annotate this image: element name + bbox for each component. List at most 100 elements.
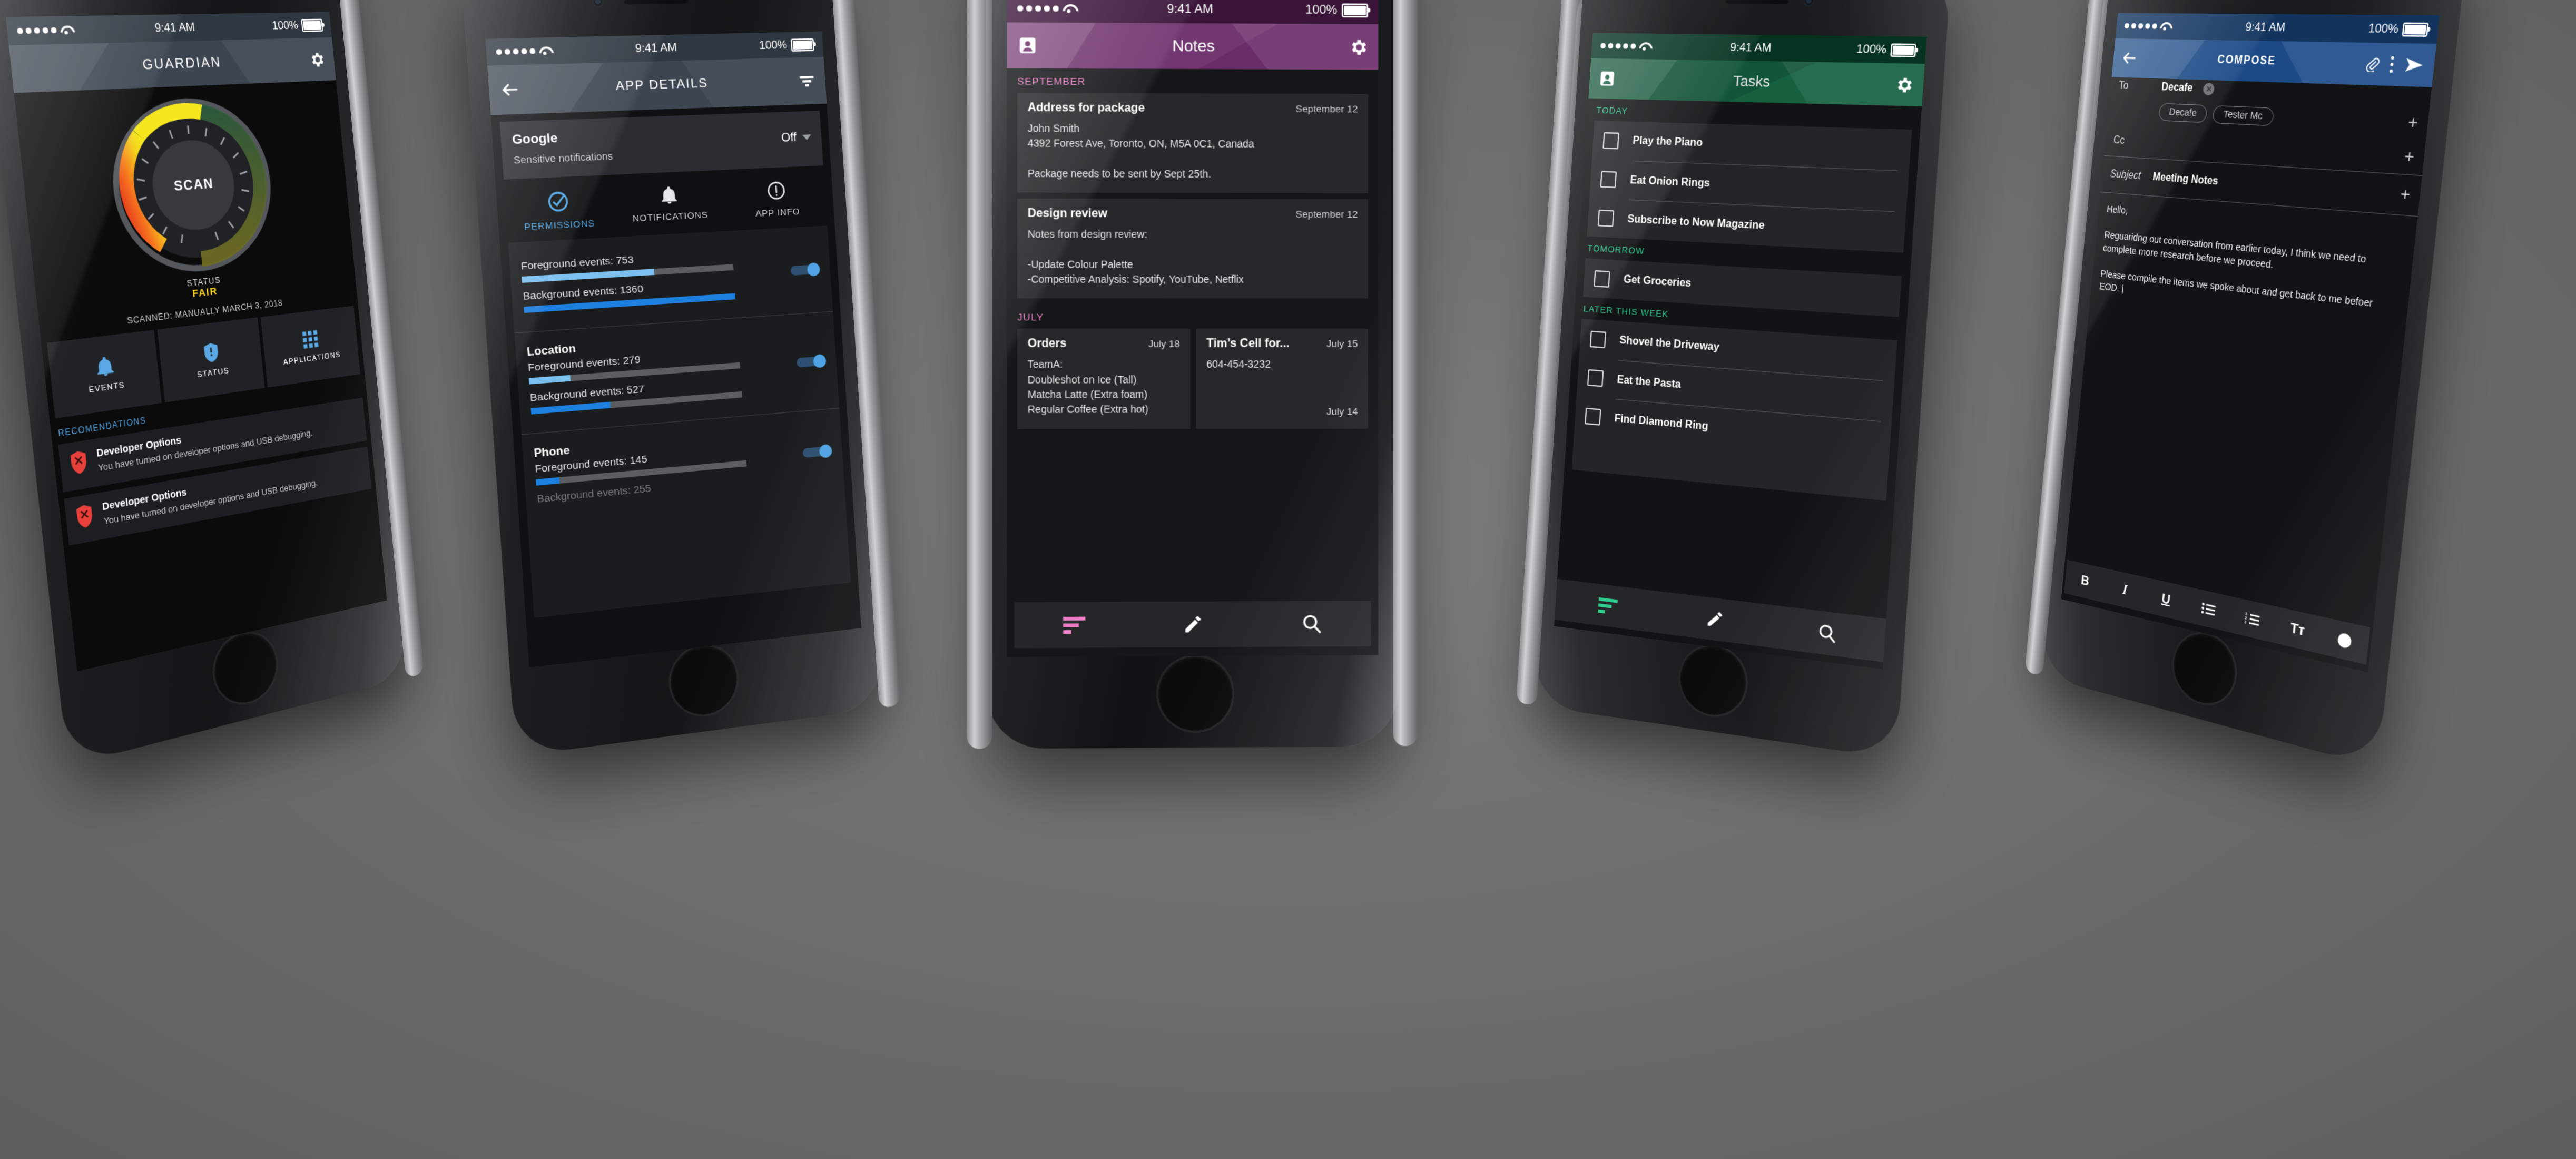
subject-label: Subject	[2109, 168, 2141, 182]
app-summary-text: Google Sensitive notifications	[512, 129, 613, 166]
status-left	[496, 46, 550, 56]
section-header: SEPTEMBER	[1017, 75, 1086, 87]
status-left	[17, 25, 72, 35]
note-body: Notes from design review: -Update Colour…	[1027, 228, 1244, 286]
signal-dots-icon	[496, 48, 536, 55]
mockup-stage: 9:41 AM 100% GUARDIAN SCAN STATUS FAIR S…	[0, 0, 2576, 1159]
contact-card-icon[interactable]	[1598, 69, 1617, 88]
wifi-icon	[1063, 4, 1074, 13]
note-body: TeamA: Doubleshot on Ice (Tall) Matcha L…	[1027, 358, 1148, 416]
status-time: 9:41 AM	[1167, 2, 1213, 16]
contact-card-icon[interactable]	[1017, 35, 1038, 55]
to-value: Decafe	[2161, 81, 2194, 94]
email-body[interactable]: Hello, Reguaridng out conversation from …	[2065, 192, 2418, 628]
underline-button[interactable]: U	[2145, 587, 2188, 612]
app-state-select[interactable]: Off	[780, 122, 812, 145]
permission-row[interactable]: Phone Foreground events: 145 Background …	[521, 407, 845, 522]
phone-screen: 9:41 AM 100% Notes SEPTEMBER Address for…	[1007, 0, 1379, 657]
status-time: 9:41 AM	[1729, 41, 1772, 55]
italic-button[interactable]: I	[2104, 578, 2146, 602]
note-card[interactable]: Design review September 12 Notes from de…	[1017, 198, 1369, 299]
overflow-dots-icon[interactable]	[2388, 55, 2395, 74]
gear-icon[interactable]	[1348, 37, 1368, 57]
note-title: Tim’s Cell for...	[1206, 338, 1290, 350]
status-right: 100%	[759, 37, 814, 52]
svg-text:1: 1	[2245, 612, 2247, 617]
task-checkbox[interactable]	[1602, 132, 1620, 149]
wifi-icon	[2159, 22, 2169, 31]
sort-button[interactable]	[1556, 592, 1661, 620]
battery-icon	[1341, 3, 1369, 17]
search-button[interactable]	[1769, 616, 1885, 651]
search-button[interactable]	[1253, 613, 1371, 635]
wifi-icon	[1639, 42, 1649, 51]
battery-icon	[1890, 43, 1916, 57]
note-body: 604-454-3232	[1206, 358, 1271, 370]
task-label: Subscribe to Now Magazine	[1627, 213, 1765, 232]
signal-dots-icon	[17, 27, 57, 34]
status-bar: 9:41 AM 100%	[1007, 0, 1379, 24]
task-checkbox[interactable]	[1585, 407, 1601, 426]
sort-icon	[1598, 597, 1618, 614]
permission-toggle[interactable]	[790, 262, 821, 278]
contact-chip[interactable]: Decafe	[2158, 103, 2208, 123]
app-bar: Notes	[1007, 22, 1379, 70]
note-card[interactable]: Address for package September 12 John Sm…	[1017, 92, 1369, 194]
numbered-list-button[interactable]: 123	[2229, 608, 2275, 631]
paperclip-icon[interactable]	[2364, 56, 2381, 72]
grid-icon	[301, 328, 320, 350]
background-events-bar	[524, 293, 735, 313]
sort-button[interactable]	[1014, 616, 1134, 634]
search-icon	[1816, 622, 1837, 645]
svg-text:3: 3	[2244, 619, 2247, 624]
note-header: Tim’s Cell for... July 15	[1206, 338, 1358, 351]
task-checkbox[interactable]	[1597, 209, 1615, 227]
note-header: Orders July 18	[1028, 338, 1180, 351]
arrow-left-icon[interactable]	[499, 80, 520, 100]
battery-percent: 100%	[2367, 21, 2400, 36]
note-body: John Smith 4392 Forest Ave, Toronto, ON,…	[1027, 122, 1254, 180]
phone-guardian: 9:41 AM 100% GUARDIAN SCAN STATUS FAIR S…	[0, 0, 425, 766]
note-grid: Orders July 18 TeamA: Doubleshot on Ice …	[1017, 329, 1369, 429]
tab-label: APP INFO	[755, 206, 801, 219]
note-header: Design review September 12	[1028, 208, 1358, 221]
subject-value[interactable]: Meeting Notes	[2152, 171, 2388, 200]
note-card[interactable]: Tim’s Cell for... July 15 604-454-3232 J…	[1196, 329, 1369, 429]
task-group: Shovel the Driveway Eat the Pasta Find D…	[1571, 318, 1897, 501]
tab-permissions[interactable]: PERMISSIONS	[500, 187, 616, 233]
text-size-button[interactable]: Tᴛ	[2274, 616, 2322, 643]
gear-icon[interactable]	[308, 50, 326, 68]
tab-app-info[interactable]: APP INFO	[722, 178, 830, 222]
task-checkbox[interactable]	[1600, 170, 1617, 188]
signal-dots-icon	[1017, 5, 1059, 12]
side-rail	[967, 0, 992, 749]
battery-percent: 100%	[759, 38, 788, 52]
note-footer-date: July 14	[1326, 405, 1358, 417]
text-size-label: Tᴛ	[2289, 620, 2306, 639]
filter-icon[interactable]	[798, 73, 815, 89]
cc-label: Cc	[2112, 134, 2126, 147]
close-icon[interactable]: ✕	[2203, 83, 2215, 96]
tab-label: PERMISSIONS	[524, 218, 595, 232]
note-card[interactable]: Orders July 18 TeamA: Doubleshot on Ice …	[1017, 329, 1191, 429]
task-checkbox[interactable]	[1594, 270, 1610, 288]
phone-app-details: 9:41 AM 100% APP DETAILS Google Sensitiv…	[460, 0, 901, 757]
arrow-left-icon[interactable]	[2120, 48, 2138, 67]
sort-icon	[1063, 616, 1085, 634]
signal-dots-icon	[2124, 23, 2158, 29]
tile-status[interactable]: STATUS	[157, 317, 265, 402]
battery-percent: 100%	[1305, 2, 1338, 17]
signal-dots-icon	[1600, 43, 1636, 49]
permission-toggle[interactable]	[796, 353, 827, 370]
permission-toggle[interactable]	[802, 444, 833, 460]
send-icon[interactable]	[2404, 56, 2425, 74]
status-time: 9:41 AM	[635, 41, 677, 55]
note-title: Orders	[1027, 338, 1067, 351]
home-button[interactable]	[1156, 654, 1235, 733]
task-label: Play the Piano	[1632, 135, 1703, 149]
note-header: Address for package September 12	[1028, 102, 1358, 116]
compose-button[interactable]	[1134, 613, 1253, 636]
tile-label: APPLICATIONS	[283, 350, 341, 367]
wifi-icon	[538, 46, 550, 55]
note-title: Design review	[1027, 207, 1107, 220]
